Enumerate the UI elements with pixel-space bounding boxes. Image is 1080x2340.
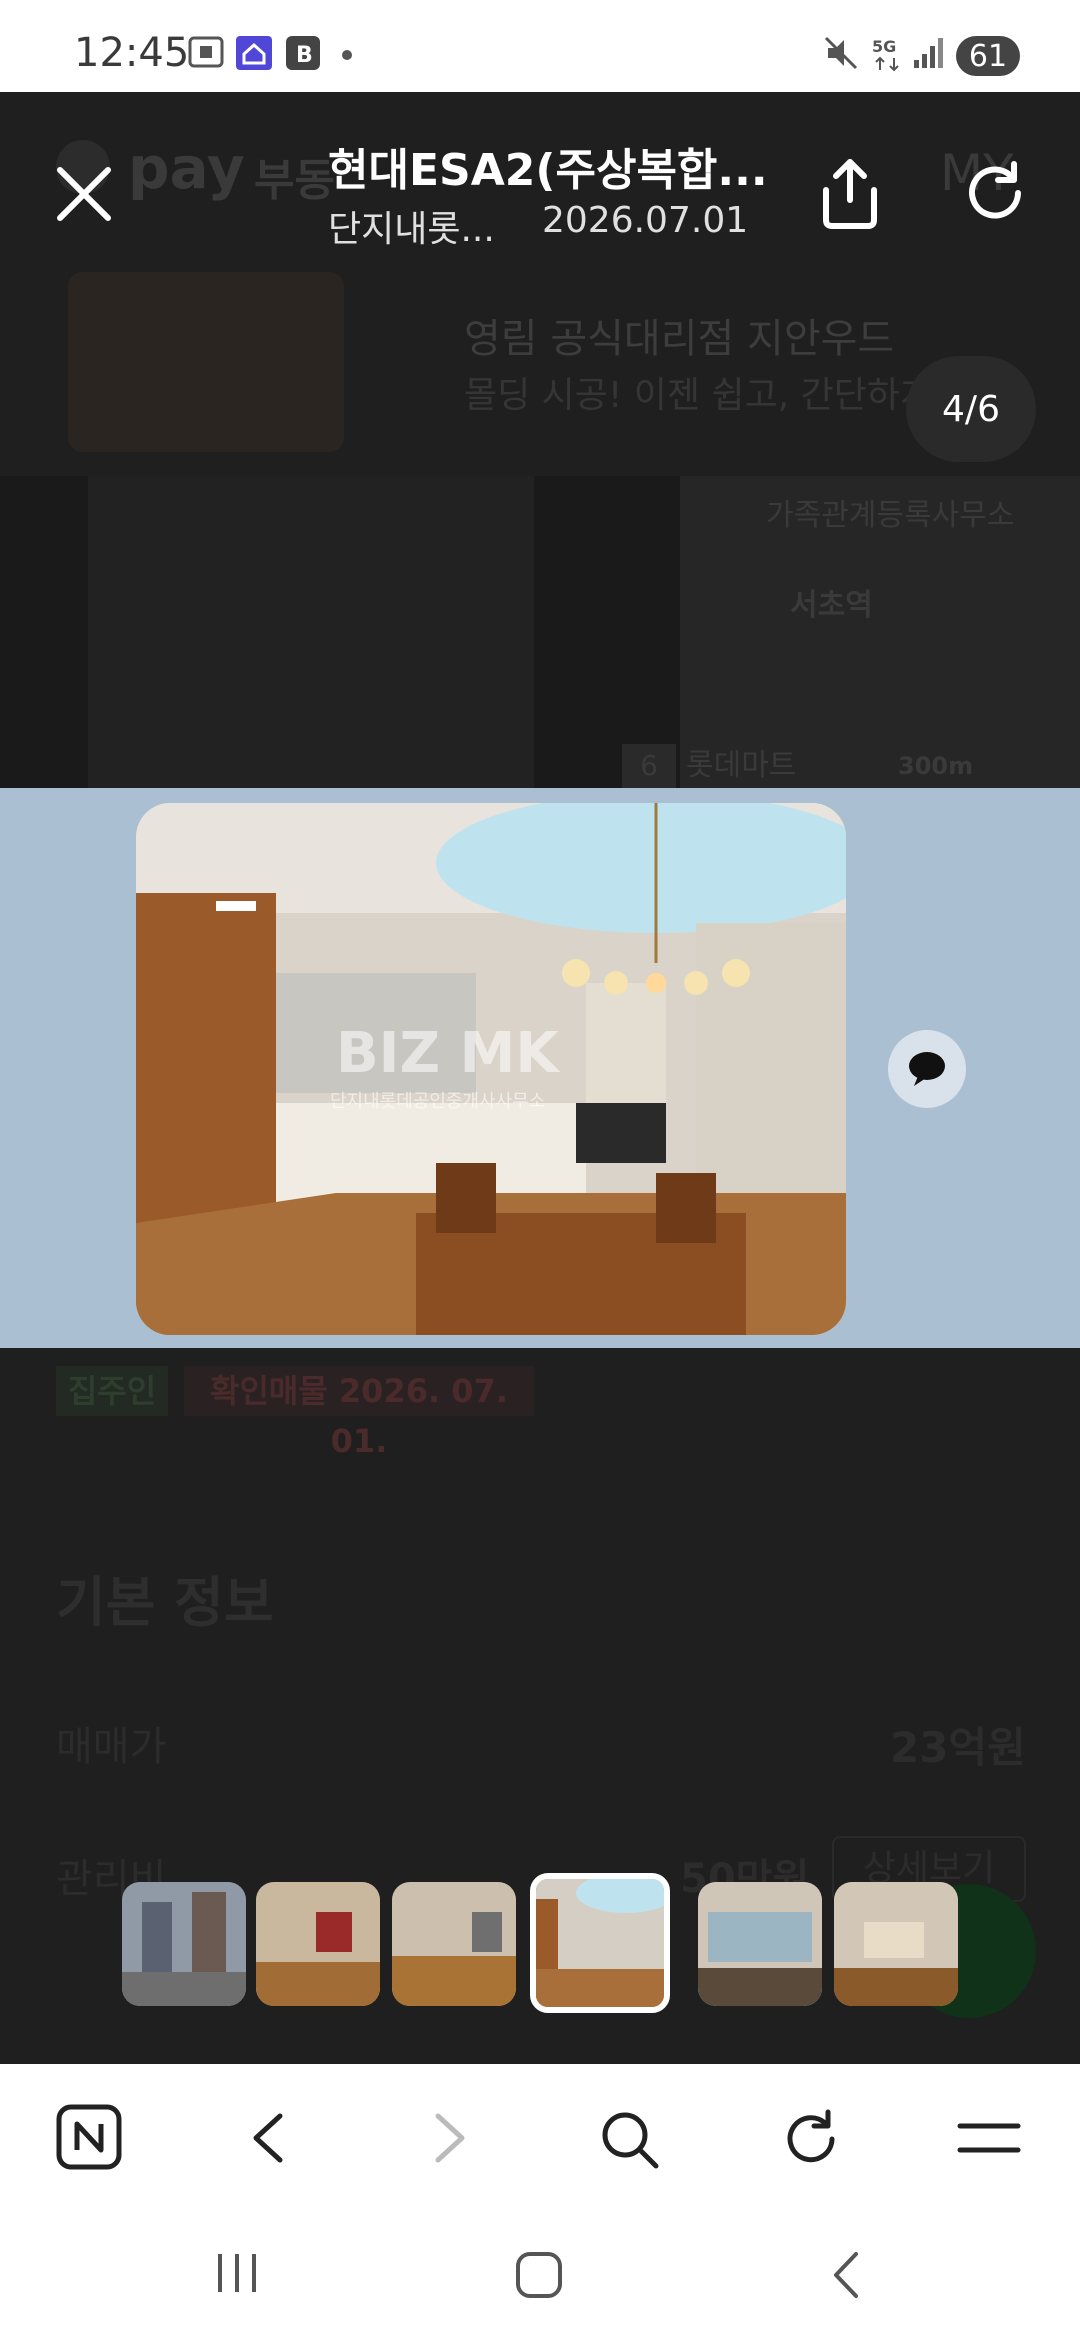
refresh-icon[interactable]	[962, 160, 1028, 226]
battery-level: 61	[968, 38, 1008, 74]
home-icon[interactable]	[514, 2250, 564, 2300]
network-5g-icon: 5G	[872, 37, 899, 72]
back-arrow-icon[interactable]	[246, 2110, 290, 2166]
main-photo[interactable]: BIZ MK 단지내롯데공인중개사사무소	[136, 803, 846, 1335]
signal-icon	[914, 38, 943, 68]
map-preview: 가족관계등록사무소 서초역 롯데마트 300m	[680, 476, 1080, 788]
status-time: 12:45	[74, 30, 190, 76]
ad-description: 몰딩 시공! 이젠 쉽고, 간단하게	[464, 375, 934, 416]
battery-indicator: 61	[956, 36, 1020, 76]
viewer-title: 현대ESA2(주상복합...	[328, 145, 768, 196]
listing-photo-strip	[0, 476, 680, 788]
section-title: 기본 정보	[56, 1571, 274, 1634]
viewer-subtitle-date: 2026.07.01	[542, 200, 749, 241]
app-logo: pay	[128, 134, 245, 202]
price-value: 23억원	[890, 1723, 1026, 1772]
notification-dot	[342, 50, 352, 60]
page-counter: 4/6	[906, 356, 1036, 462]
viewer-subtitle-agency: 단지내롯...	[328, 209, 495, 250]
price-label: 매매가	[56, 1724, 167, 1770]
chat-icon	[909, 1052, 945, 1086]
back-icon[interactable]	[826, 2250, 866, 2300]
app-section: 부동	[254, 155, 335, 206]
watermark-sub: 단지내롯데공인중개사사무소	[330, 1091, 546, 1112]
watermark: BIZ MK	[336, 1021, 559, 1086]
menu-icon[interactable]	[956, 2118, 1022, 2158]
search-icon[interactable]	[598, 2108, 660, 2170]
chat-button[interactable]	[888, 1030, 966, 1108]
thumbnail-5[interactable]	[698, 1882, 822, 2006]
map-label-mart: 롯데마트	[686, 748, 797, 783]
screenshot-icon	[188, 36, 224, 68]
ad-image	[68, 272, 344, 452]
map-badge: 6	[622, 744, 676, 788]
reload-icon[interactable]	[780, 2108, 842, 2170]
mute-icon	[824, 36, 858, 70]
thumbnail-1[interactable]	[122, 1882, 246, 2006]
share-icon[interactable]	[818, 156, 882, 230]
home-app-icon	[236, 36, 272, 70]
thumbnail-2[interactable]	[256, 1882, 380, 2006]
svg-text:5G: 5G	[872, 37, 896, 56]
recent-apps-icon[interactable]	[212, 2250, 262, 2296]
verified-tag: 확인매물 2026. 07. 01.	[184, 1366, 534, 1460]
map-label-office: 가족관계등록사무소	[766, 498, 1015, 533]
b-app-icon: B	[286, 36, 320, 70]
thumbnail-4-active[interactable]	[530, 1873, 670, 2013]
thumbnail-6[interactable]	[834, 1882, 958, 2006]
svg-text:B: B	[296, 43, 313, 68]
ad-title: 영림 공식대리점 지안우드	[464, 316, 895, 362]
naver-home-icon[interactable]	[56, 2104, 122, 2170]
thumbnail-3[interactable]	[392, 1882, 516, 2006]
map-scale: 300m	[898, 752, 974, 780]
map-label-station: 서초역	[790, 588, 873, 623]
forward-arrow-icon[interactable]	[428, 2110, 472, 2166]
close-icon[interactable]	[54, 164, 114, 224]
status-bar: 12:45 B 5G 61	[0, 0, 1080, 92]
owner-tag: 집주인	[56, 1366, 168, 1416]
system-nav-bar	[0, 2200, 1080, 2340]
